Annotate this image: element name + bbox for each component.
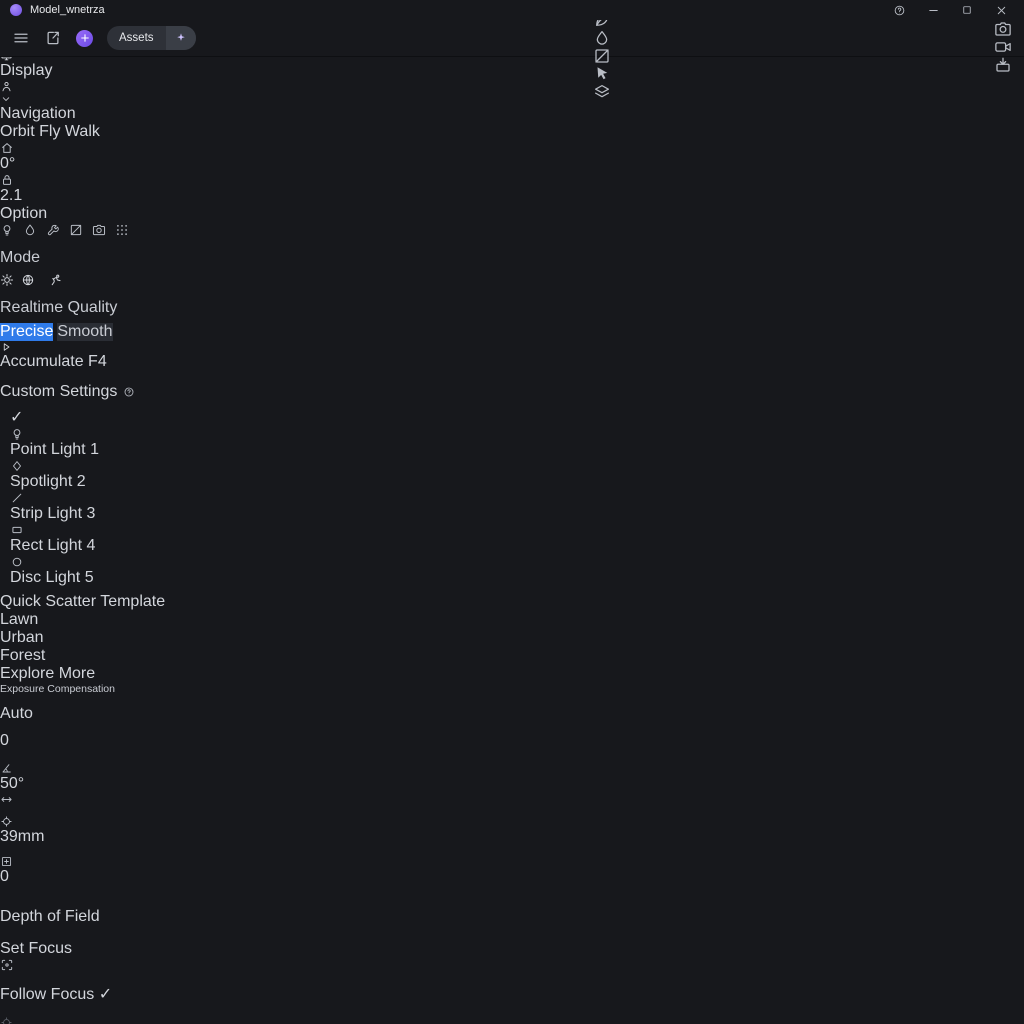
exposure-title: Exposure Compensation [0,683,150,695]
screenshot-icon[interactable] [994,20,1012,38]
exposure-panel: Exposure Compensation Auto 0 50° 39mm 0 … [0,683,150,1024]
assets-label: Assets [107,32,166,44]
close-button[interactable] [988,1,1014,19]
maximize-button[interactable] [954,1,980,19]
light-tool-row[interactable]: Rect Light 4 [10,523,158,555]
fov-range-icon[interactable] [0,793,150,806]
minimize-button[interactable] [920,1,946,19]
scatter-template-forest[interactable]: Forest [0,647,328,665]
navigation-title: Navigation [0,105,148,123]
light-tool-row[interactable]: Spotlight 2 [10,459,158,491]
add-asset-button[interactable] [76,30,93,47]
option-panel: Option Mode Realtime Quality Precise Smo… [0,205,152,401]
light-tool-row[interactable]: ✓ Point Light 1 [10,407,158,459]
ev-icon [0,855,150,868]
fly-button[interactable]: Fly [39,123,60,140]
scatter-panel: Quick Scatter Template Lawn Urban Forest… [0,593,328,683]
show-grid-icon[interactable] [115,223,129,237]
light-tool-row[interactable]: Strip Light 3 [10,491,158,523]
smooth-button[interactable]: Smooth [57,323,112,341]
explore-more-link[interactable]: Explore More [0,665,328,683]
app-window: Model_wnetrza Assets [0,0,1024,1024]
set-focus-label: Set Focus [0,940,72,957]
point-light-icon [10,427,158,441]
spotlight-icon [10,459,158,473]
light-tools-panel: ✓ Point Light 1 Spotlight 2 Strip Light … [0,401,168,593]
menu-icon[interactable] [12,29,30,47]
mode-label: Mode [0,249,152,267]
accumulate-button[interactable]: Accumulate F4 [0,341,152,371]
height-field[interactable]: 2.1 [0,187,148,205]
precise-button[interactable]: Precise [0,323,53,341]
fov-field[interactable]: 50° [0,775,64,793]
show-section-icon[interactable] [69,223,83,237]
camera-height-icon [0,173,148,187]
pitch-field[interactable]: 0° [0,155,148,173]
window-title: Model_wnetrza [30,4,105,16]
orbit-button[interactable]: Orbit [0,123,35,140]
focus-distance-icon [0,1016,150,1024]
assets-button[interactable]: Assets [107,26,196,50]
strip-light-icon [10,491,158,505]
disc-light-icon [10,555,158,569]
render-video-icon[interactable] [994,38,1012,56]
scatter-template-lawn[interactable]: Lawn [0,611,328,629]
show-lights-icon[interactable] [0,223,14,237]
custom-settings-help-icon[interactable] [123,386,135,398]
walkthrough-dropdown[interactable] [0,80,1024,105]
option-title: Option [0,205,152,223]
import-model-icon[interactable] [44,29,62,47]
custom-settings-label: Custom Settings [0,383,117,401]
light-tool-row[interactable]: Disc Light 5 [10,555,158,587]
quality-label: Realtime Quality [0,299,152,317]
select-tool-icon[interactable] [593,65,611,83]
help-button[interactable] [886,1,912,19]
focal-length-icon [0,815,150,828]
navigation-modes: Orbit Fly Walk [0,123,148,141]
camera-pitch-icon [0,141,148,155]
mode-motion-icon[interactable] [49,273,63,287]
water-tool-icon[interactable] [593,29,611,47]
main-toolbar: Assets [0,20,1024,57]
exposure-value-field[interactable]: 0 [0,732,150,750]
app-logo-icon [10,4,22,16]
follow-focus-checkbox[interactable]: ✓ [99,986,112,1003]
dof-label: Depth of Field [0,908,100,925]
show-camera-icon[interactable] [92,223,106,237]
ev-field[interactable]: 0 [0,868,150,886]
mode-geo-icon[interactable] [21,273,35,287]
show-water-icon[interactable] [23,223,37,237]
set-focus-icon[interactable] [0,958,150,972]
navigation-panel: Navigation Orbit Fly Walk 0° 2.1 [0,105,148,205]
fov-icon [0,762,150,775]
scatter-tool-icon[interactable] [593,83,611,101]
ai-assets-icon[interactable] [166,26,196,50]
focal-length-field[interactable]: 39mm [0,828,150,846]
titlebar: Model_wnetrza [0,0,1024,20]
follow-focus-label: Follow Focus [0,986,94,1003]
section-tool-icon[interactable] [593,47,611,65]
auto-label: Auto [0,705,33,722]
scatter-title: Quick Scatter Template [0,593,328,611]
show-tools-icon[interactable] [46,223,60,237]
walk-button[interactable]: Walk [65,123,100,140]
rect-light-icon [10,523,158,537]
export-icon[interactable] [994,56,1012,74]
mode-lit-icon[interactable] [0,273,14,287]
check-icon: ✓ [10,409,23,426]
scatter-template-urban[interactable]: Urban [0,629,328,647]
